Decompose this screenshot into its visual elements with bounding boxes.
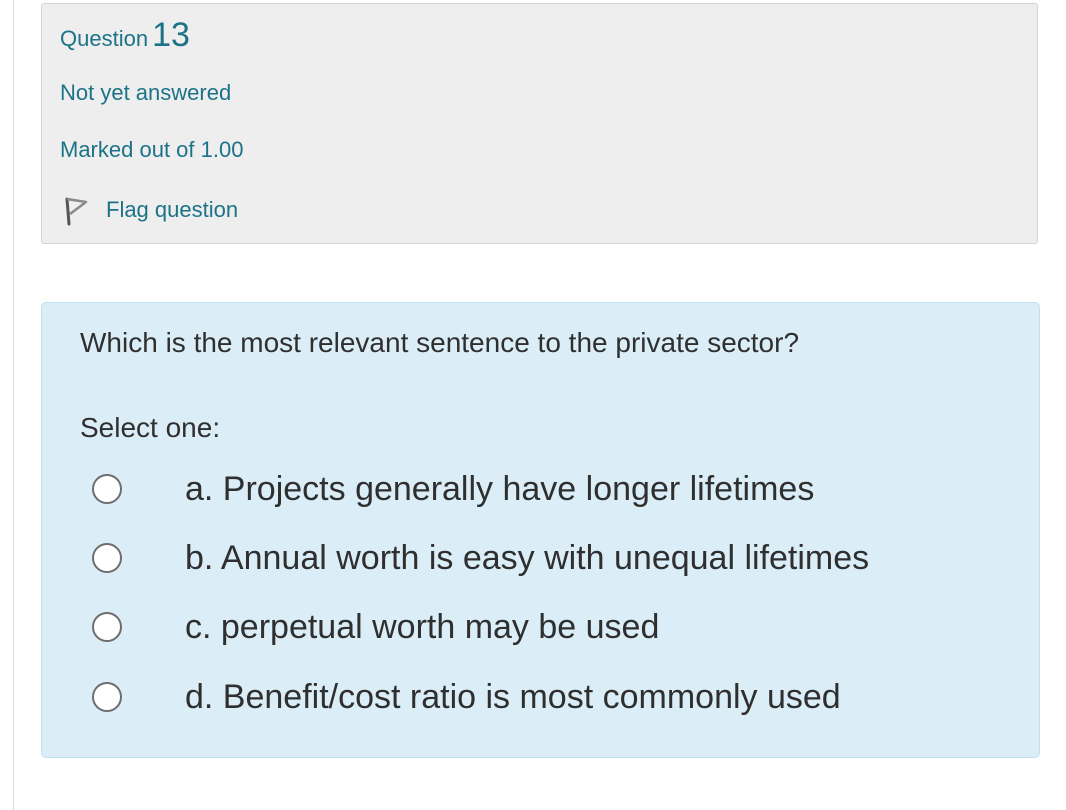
answer-label-c[interactable]: c. perpetual worth may be used [185,608,659,647]
radio-button-a[interactable] [92,474,122,504]
question-number: 13 [152,16,190,54]
radio-button-d[interactable] [92,682,122,712]
page-left-border [13,0,14,810]
radio-button-b[interactable] [92,543,122,573]
answer-option-a[interactable]: a. Projects generally have longer lifeti… [92,466,972,512]
question-content-panel: Which is the most relevant sentence to t… [41,302,1040,758]
question-number-heading: Question 13 [60,16,190,55]
question-text: Which is the most relevant sentence to t… [80,327,800,358]
flag-outline-icon [60,190,92,230]
answer-label-d[interactable]: d. Benefit/cost ratio is most commonly u… [185,678,841,717]
radio-button-c[interactable] [92,612,122,642]
answer-option-b[interactable]: b. Annual worth is easy with unequal lif… [92,535,972,581]
answer-option-d[interactable]: d. Benefit/cost ratio is most commonly u… [92,674,972,720]
question-label: Question [60,26,149,51]
answer-option-c[interactable]: c. perpetual worth may be used [92,604,972,650]
question-info-panel: Question 13 Not yet answered Marked out o… [41,3,1038,244]
flag-question-label: Flag question [106,197,239,222]
flag-question-button[interactable]: Flag question [60,190,238,230]
question-state: Not yet answered [60,80,232,105]
answer-label-a[interactable]: a. Projects generally have longer lifeti… [185,470,814,509]
answer-label-b[interactable]: b. Annual worth is easy with unequal lif… [185,539,869,578]
select-one-prompt: Select one: [80,412,221,443]
question-grade: Marked out of 1.00 [60,137,244,162]
